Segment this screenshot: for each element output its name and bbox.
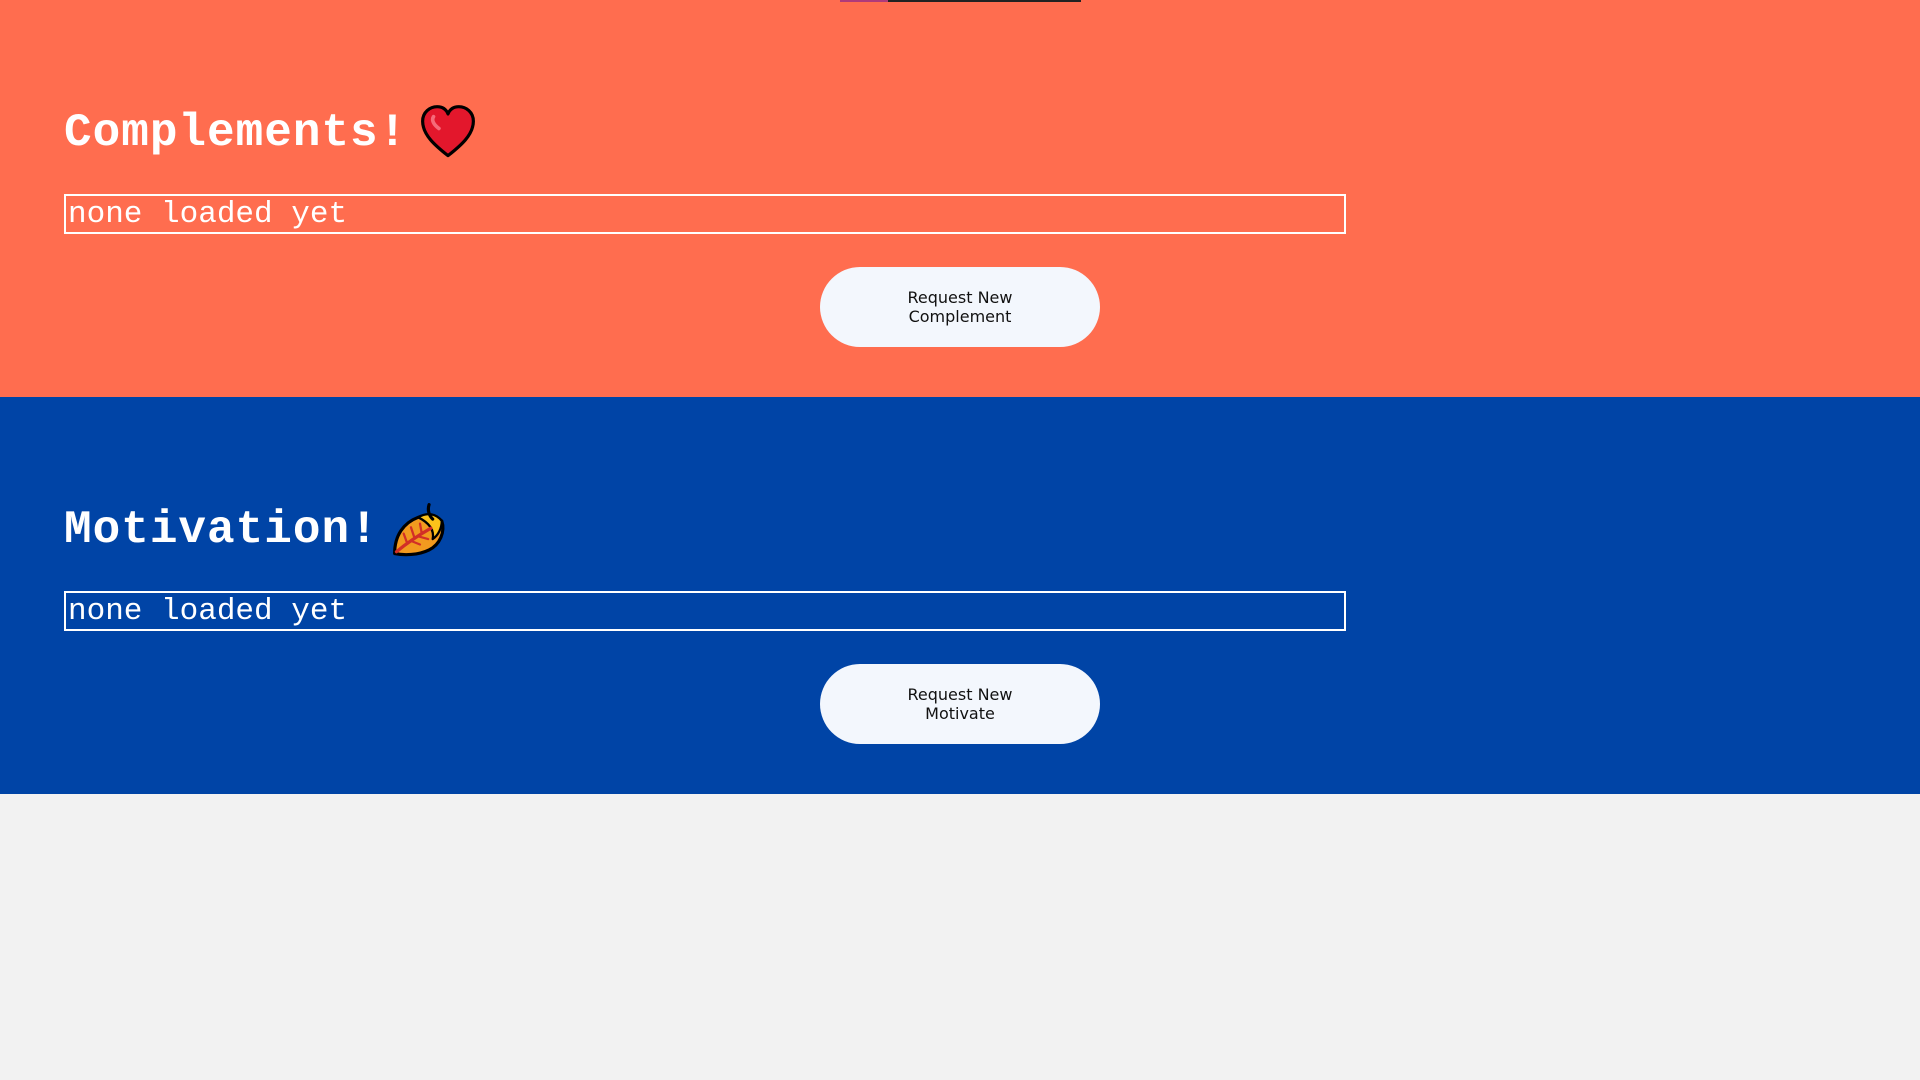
red-heart-icon <box>419 104 477 162</box>
motivation-section: Motivation! Request New Motivate <box>0 397 1920 794</box>
top-border-tint <box>840 0 888 2</box>
motivation-output-field[interactable] <box>64 591 1346 631</box>
complement-output-field[interactable] <box>64 194 1346 234</box>
motivation-heading: Motivation! <box>64 501 449 559</box>
fallen-leaf-icon <box>391 501 449 559</box>
top-border-stub <box>840 0 1081 2</box>
request-motivation-button[interactable]: Request New Motivate <box>820 664 1100 744</box>
complements-heading: Complements! <box>64 104 477 162</box>
complements-title: Complements! <box>64 107 408 159</box>
complements-section: Complements! Request New Complement <box>0 0 1920 397</box>
request-complement-button[interactable]: Request New Complement <box>820 267 1100 347</box>
motivation-title: Motivation! <box>64 504 379 556</box>
